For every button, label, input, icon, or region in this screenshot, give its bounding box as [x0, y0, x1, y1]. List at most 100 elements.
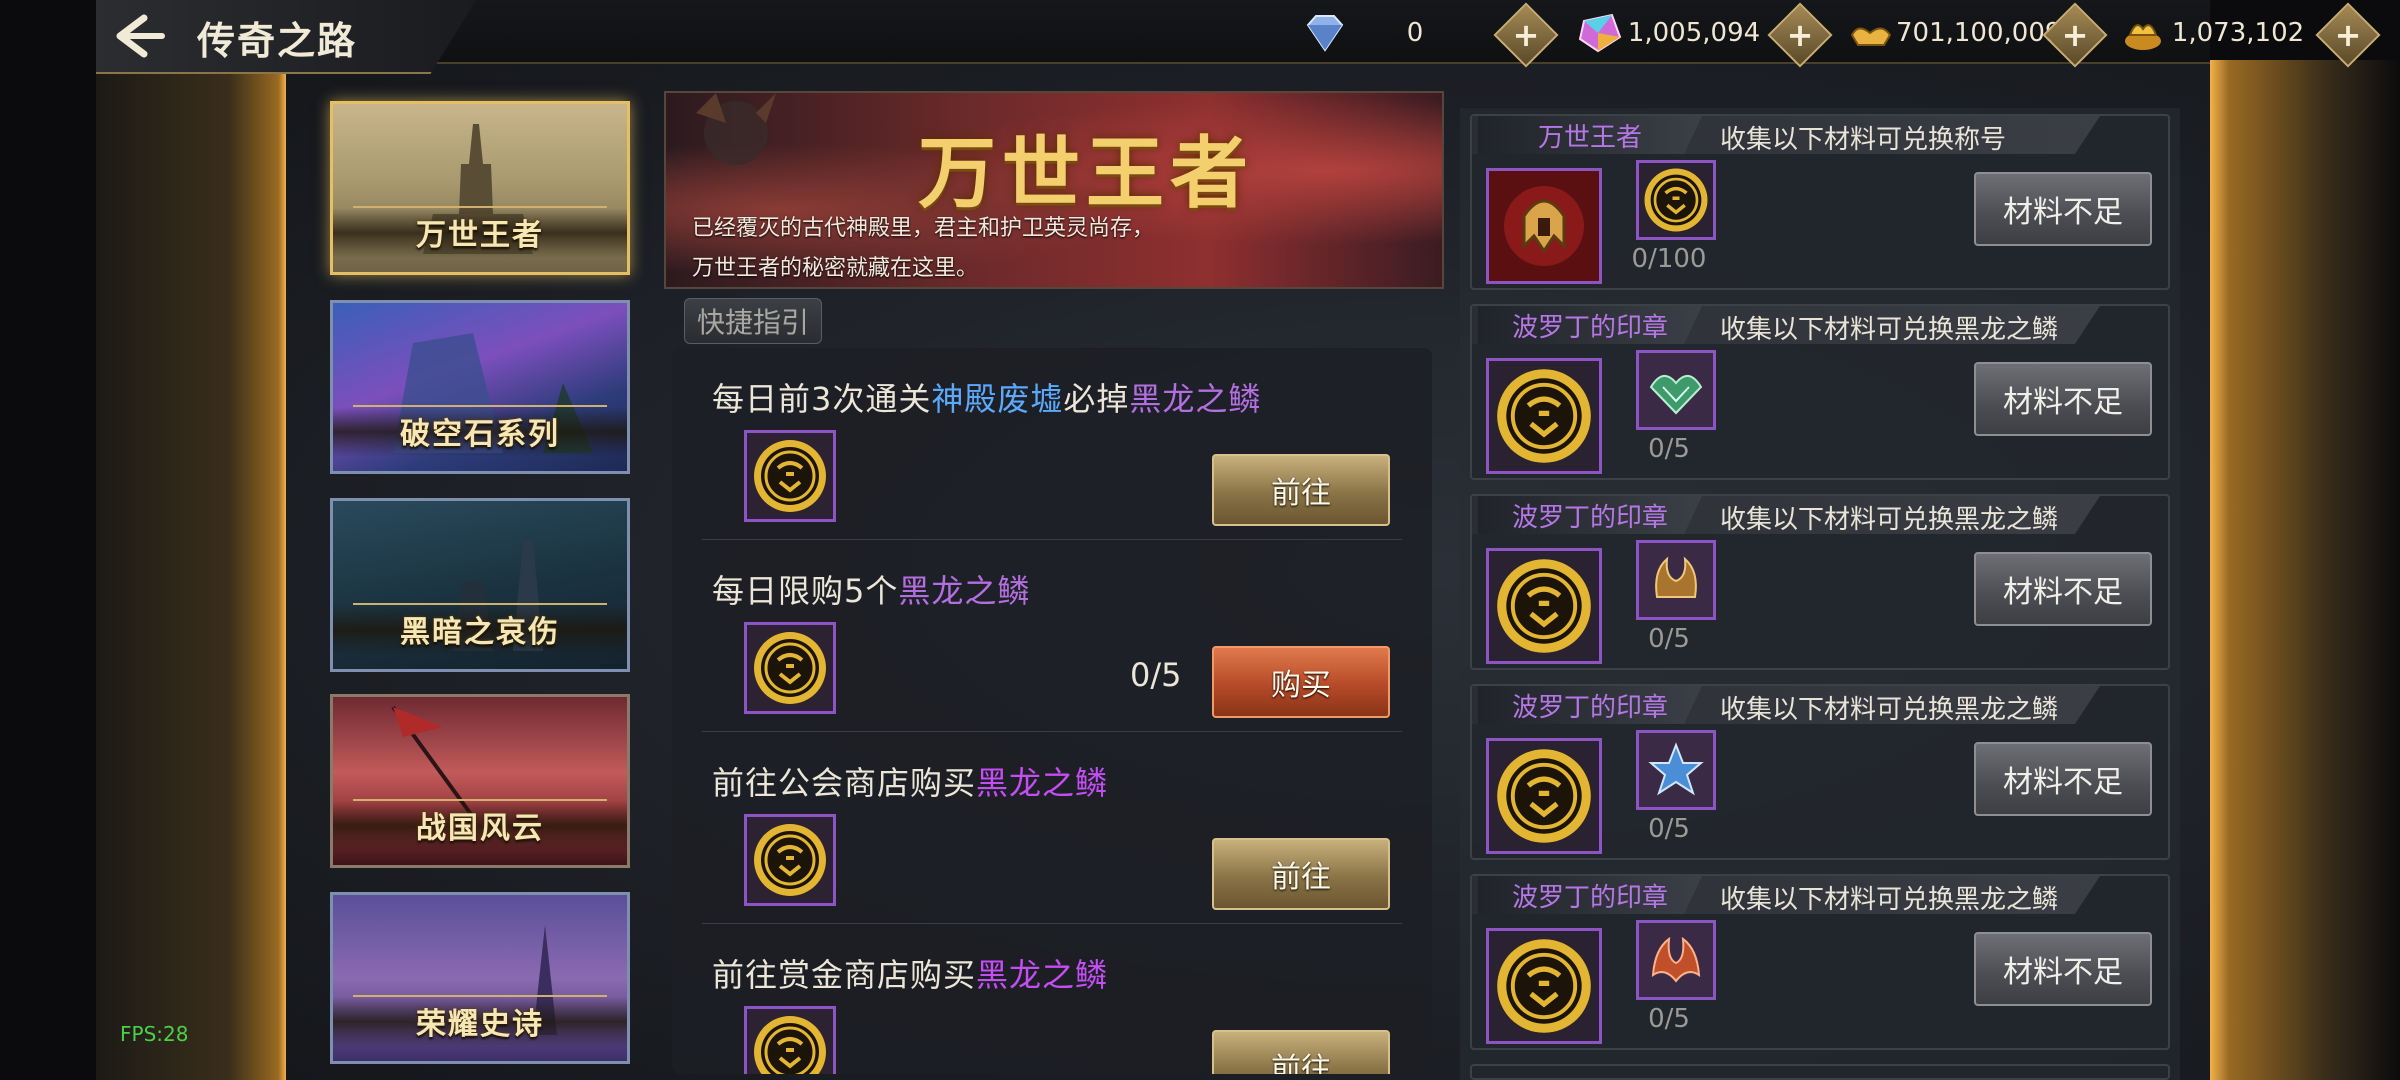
exchange-row: 波罗丁的印章 收集以下材料可兑换黑龙之鳞 0/5 材料不足 — [1470, 494, 2170, 670]
gold-pile-count: 1,073,102 — [2171, 18, 2305, 48]
seal-medallion-icon — [1497, 939, 1591, 1033]
material-slot[interactable] — [1636, 730, 1716, 810]
chapter-label: 战国风云 — [416, 811, 544, 846]
exchange-name: 波罗丁的印章 — [1478, 496, 1702, 534]
plus-icon: + — [1512, 15, 1540, 54]
reward-slot[interactable] — [1486, 928, 1602, 1044]
seal-medallion-icon — [754, 824, 826, 896]
exchange-row: 万世王者 收集以下材料可兑换称号 0/100 材料不足 — [1470, 114, 2170, 290]
task-row: 每日限购5个黑龙之鳞 0/5 购买 — [672, 540, 1432, 732]
material-progress: 0/5 — [1648, 814, 1690, 844]
chapter-rongyao-shishi[interactable]: 荣耀史诗 — [330, 892, 630, 1064]
material-slot[interactable] — [1636, 160, 1716, 240]
chapter-wanshi-wangzhe[interactable]: 万世王者 — [330, 101, 630, 275]
task-panel: 每日前3次通关神殿废墟必掉黑龙之鳞 前往 每日限购5个黑龙之鳞 0/5 购买 前… — [672, 348, 1432, 1074]
task-text: 前往赏金商店购买黑龙之鳞 — [712, 956, 1109, 994]
material-progress: 0/5 — [1648, 624, 1690, 654]
plus-icon: + — [1786, 15, 1814, 54]
banner-description: 已经覆灭的古代神殿里，君主和护卫英灵尚存， 万世王者的秘密就藏在这里。 — [692, 209, 1155, 287]
currency-gold-pile: 1,073,102 — [2118, 8, 2308, 58]
gold-dragon-scale-icon — [1655, 556, 1697, 598]
banner-desc-line: 已经覆灭的古代神殿里，君主和护卫英灵尚存， — [692, 216, 1155, 241]
green-dragon-scale-icon — [1649, 375, 1703, 415]
reward-slot[interactable] — [1486, 738, 1602, 854]
currency-diamond: 0 — [1300, 8, 1480, 58]
item-slot[interactable] — [744, 814, 836, 906]
material-progress: 0/5 — [1648, 1004, 1690, 1034]
material-slot[interactable] — [1636, 540, 1716, 620]
chapter-label: 破空石系列 — [400, 417, 560, 452]
gold-pile-icon — [2118, 11, 2168, 55]
banner-title: 万世王者 — [917, 128, 1254, 219]
reward-slot[interactable] — [1486, 358, 1602, 474]
chapter-label: 荣耀史诗 — [416, 1007, 544, 1042]
diamond-icon — [1300, 11, 1350, 55]
seal-medallion-icon — [754, 632, 826, 704]
goto-button[interactable]: 前往 — [1212, 1030, 1390, 1074]
chapter-label: 万世王者 — [416, 218, 544, 253]
seal-medallion-icon — [754, 1016, 826, 1074]
currency-gold-ingot: 701,100,009 — [1846, 8, 2062, 58]
task-row: 前往赏金商店购买黑龙之鳞 前往 — [672, 924, 1432, 1074]
exchange-row: 波罗丁的印章 收集以下材料可兑换黑龙之鳞 0/5 材料不足 — [1470, 874, 2170, 1050]
back-arrow-icon — [116, 14, 165, 58]
exchange-row-partial — [1470, 1064, 2170, 1080]
add-gold-pile-button[interactable]: + — [2315, 2, 2381, 68]
task-text: 前往公会商店购买黑龙之鳞 — [712, 764, 1109, 802]
fps-counter: FPS:28 — [120, 1022, 189, 1046]
rainbow-gem-icon — [1574, 11, 1624, 55]
quick-guide-tag: 快捷指引 — [684, 298, 822, 344]
plus-icon: + — [2061, 15, 2089, 54]
goto-button[interactable]: 前往 — [1212, 838, 1390, 910]
goto-button[interactable]: 前往 — [1212, 454, 1390, 526]
material-slot[interactable] — [1636, 920, 1716, 1000]
seal-medallion-icon — [1497, 369, 1591, 463]
seal-medallion-icon — [1497, 559, 1591, 653]
exchange-name: 万世王者 — [1478, 116, 1702, 154]
exchange-desc: 收集以下材料可兑换称号 — [1720, 125, 2007, 155]
left-glow-border — [96, 60, 286, 1080]
banner-desc-line: 万世王者的秘密就藏在这里。 — [692, 256, 979, 281]
exchange-desc: 收集以下材料可兑换黑龙之鳞 — [1720, 315, 2059, 345]
rainbow-gem-count: 1,005,094 — [1627, 18, 1761, 48]
exchange-desc: 收集以下材料可兑换黑龙之鳞 — [1720, 505, 2059, 535]
material-progress: 0/5 — [1648, 434, 1690, 464]
chapter-label: 黑暗之哀伤 — [400, 615, 560, 650]
chapter-heian-zhi-aishang[interactable]: 黑暗之哀伤 — [330, 498, 630, 672]
seal-medallion-icon — [754, 440, 826, 512]
red-dragon-scale-icon — [1651, 936, 1701, 983]
insufficient-material-button[interactable]: 材料不足 — [1974, 742, 2152, 816]
buy-button[interactable]: 购买 — [1212, 646, 1390, 718]
chapter-zhanguo-fengyun[interactable]: 战国风云 — [330, 694, 630, 868]
insufficient-material-button[interactable]: 材料不足 — [1974, 552, 2152, 626]
item-slot[interactable] — [744, 622, 836, 714]
material-slot[interactable] — [1636, 350, 1716, 430]
page-title: 传奇之路 — [197, 19, 358, 63]
right-glow-border — [2210, 60, 2400, 1080]
task-row: 每日前3次通关神殿废墟必掉黑龙之鳞 前往 — [672, 348, 1432, 540]
chapter-banner: 万世王者 已经覆灭的古代神殿里，君主和护卫英灵尚存， 万世王者的秘密就藏在这里。 — [664, 91, 1444, 289]
item-slot[interactable] — [744, 1006, 836, 1074]
insufficient-material-button[interactable]: 材料不足 — [1974, 932, 2152, 1006]
insufficient-material-button[interactable]: 材料不足 — [1974, 172, 2152, 246]
seal-medallion-icon — [1644, 168, 1708, 232]
helmet-title-icon — [1504, 186, 1584, 266]
gold-ingot-count: 701,100,009 — [1896, 18, 2062, 48]
chapter-pokongshi[interactable]: 破空石系列 — [330, 300, 630, 474]
plus-icon: + — [2334, 15, 2362, 54]
insufficient-material-button[interactable]: 材料不足 — [1974, 362, 2152, 436]
seal-medallion-icon — [1497, 749, 1591, 843]
reward-slot[interactable] — [1486, 548, 1602, 664]
purchase-count: 0/5 — [1130, 656, 1182, 694]
blue-dragon-scale-icon — [1648, 742, 1704, 796]
exchange-name: 波罗丁的印章 — [1478, 876, 1702, 914]
task-text: 每日前3次通关神殿废墟必掉黑龙之鳞 — [712, 380, 1262, 418]
exchange-desc: 收集以下材料可兑换黑龙之鳞 — [1720, 695, 2059, 725]
exchange-name: 波罗丁的印章 — [1478, 686, 1702, 724]
currency-rainbow-gem: 1,005,094 — [1574, 8, 1764, 58]
exchange-row: 波罗丁的印章 收集以下材料可兑换黑龙之鳞 0/5 材料不足 — [1470, 304, 2170, 480]
material-progress: 0/100 — [1631, 244, 1707, 274]
item-slot[interactable] — [744, 430, 836, 522]
back-button[interactable] — [110, 10, 170, 62]
reward-slot[interactable] — [1486, 168, 1602, 284]
